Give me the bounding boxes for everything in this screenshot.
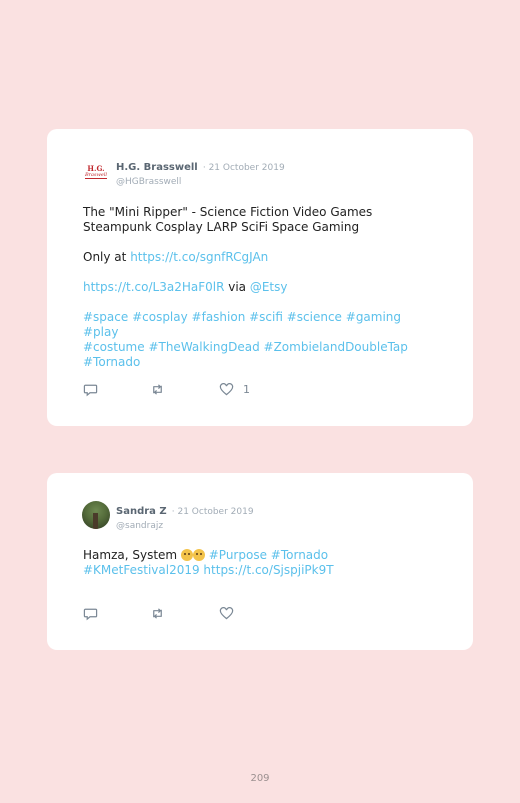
like-button[interactable]: 1	[219, 381, 250, 397]
tweet-text: The "Mini Ripper" - Science Fiction Vide…	[83, 205, 433, 385]
reply-button[interactable]	[83, 381, 98, 397]
tweet-date[interactable]: 21 October 2019	[209, 163, 285, 173]
avatar-logo-text: H.G.	[87, 164, 105, 173]
tweet-text: Hamza, System #Purpose #Tornado #KMetFes…	[83, 548, 433, 593]
hashtag-links[interactable]: #costume #TheWalkingDead #ZombielandDoub…	[83, 340, 408, 354]
reply-icon	[83, 608, 98, 620]
tweet-header: Sandra Z · 21 October 2019 @sandrajz	[116, 502, 254, 533]
hashtag-links[interactable]: #space #cosplay #fashion #scifi #science…	[83, 310, 401, 339]
heart-icon	[219, 382, 234, 395]
like-count: 1	[243, 382, 250, 396]
hashtag-links[interactable]: #Purpose #Tornado	[209, 548, 328, 562]
worried-face-icon	[192, 549, 205, 561]
hashtag-links[interactable]: #KMetFestival2019 https://t.co/SjspjiPk9…	[83, 563, 334, 577]
retweet-button[interactable]	[150, 381, 165, 397]
tweet-link[interactable]: https://t.co/L3a2HaF0lR	[83, 280, 224, 294]
tweet-header: H.G. Brasswell · 21 October 2019 @HGBras…	[116, 158, 285, 189]
tweet-actions	[83, 605, 283, 621]
tweet-actions: 1	[83, 381, 283, 397]
avatar-photo-detail	[93, 513, 98, 529]
page-number: 209	[250, 773, 270, 784]
like-button[interactable]	[219, 605, 234, 621]
tweet-text-line: Steampunk Cosplay LARP SciFi Space Gamin…	[83, 220, 360, 234]
mention-link[interactable]: @Etsy	[250, 280, 288, 294]
tweet-text-segment: via	[224, 280, 250, 294]
retweet-icon	[153, 383, 162, 395]
tweet-text-segment: Only at	[83, 250, 131, 264]
author-name[interactable]: H.G. Brasswell	[116, 162, 198, 173]
reply-button[interactable]	[83, 605, 98, 621]
tweet-card: H.G. Braswell H.G. Brasswell · 21 Octobe…	[47, 129, 473, 426]
author-handle[interactable]: @sandrajz	[116, 519, 254, 533]
tweet-text-line: The "Mini Ripper" - Science Fiction Vide…	[83, 205, 373, 219]
retweet-button[interactable]	[150, 605, 165, 621]
hashtag-links[interactable]: #Tornado	[83, 355, 140, 369]
avatar[interactable]: H.G. Braswell	[82, 158, 110, 186]
retweet-icon	[153, 607, 162, 619]
avatar[interactable]	[82, 501, 110, 529]
frowning-face-icon	[180, 549, 193, 561]
author-name[interactable]: Sandra Z	[116, 506, 167, 517]
reply-icon	[83, 384, 98, 396]
heart-icon	[219, 606, 234, 619]
tweet-text-segment: Hamza, System	[83, 548, 181, 562]
tweet-date[interactable]: 21 October 2019	[177, 507, 253, 517]
author-handle[interactable]: @HGBrasswell	[116, 175, 285, 189]
avatar-logo-text: Braswell	[84, 172, 108, 179]
tweet-link[interactable]: https://t.co/sgnfRCgJAn	[130, 250, 268, 264]
tweet-card: Sandra Z · 21 October 2019 @sandrajz Ham…	[47, 473, 473, 650]
